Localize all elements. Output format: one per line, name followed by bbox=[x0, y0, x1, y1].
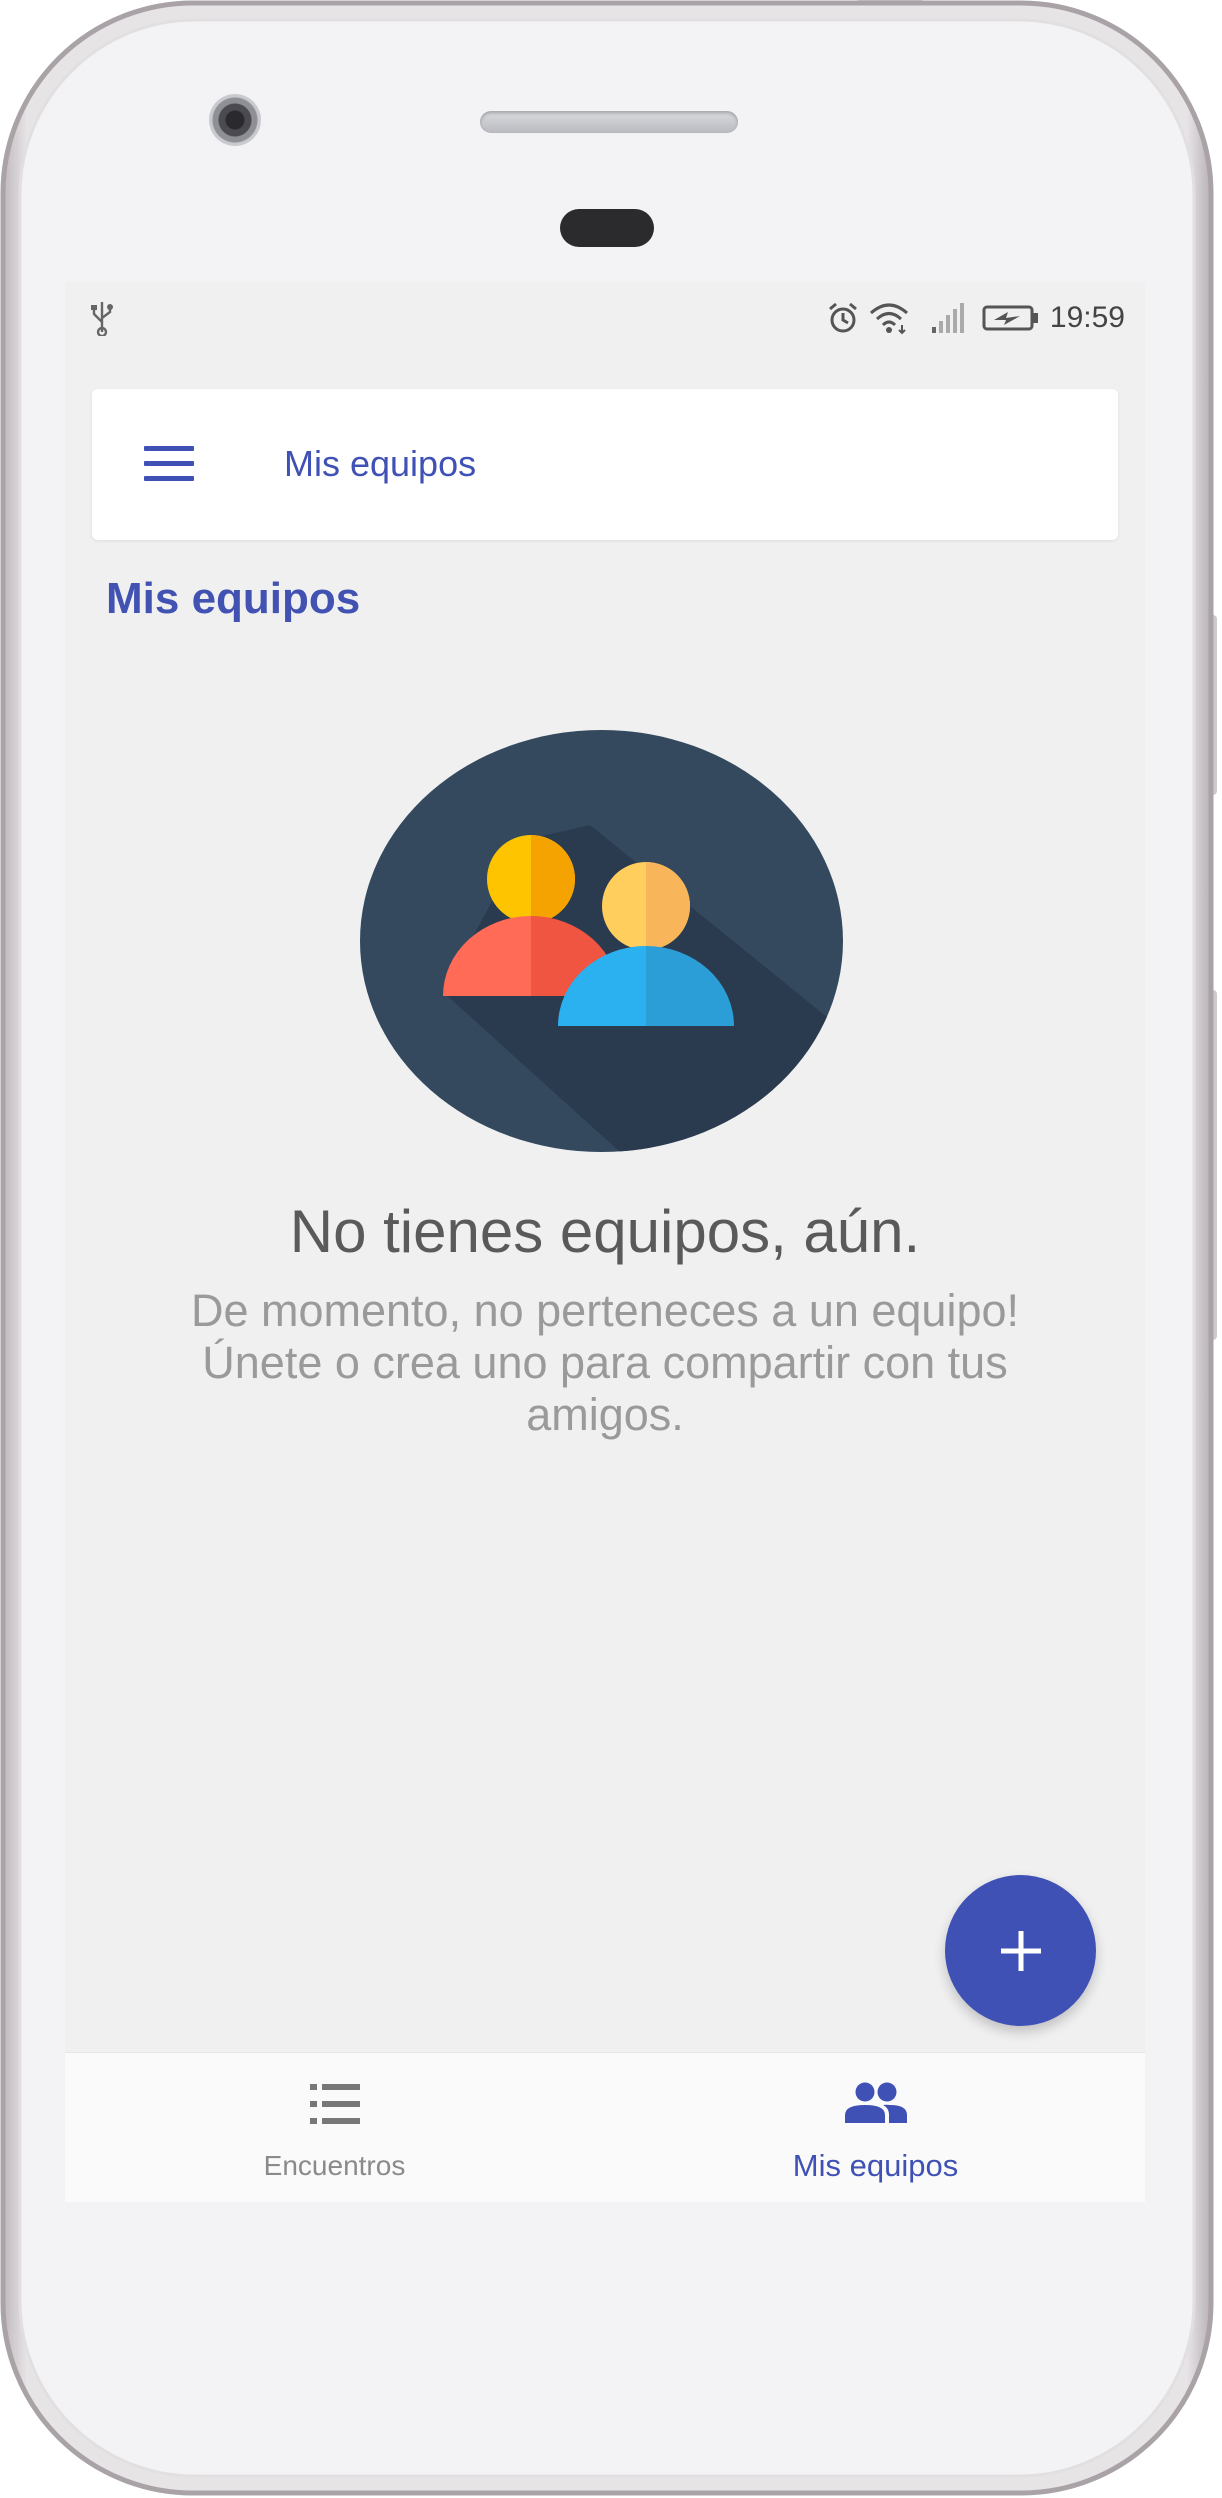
empty-state-message-line2: Únete o crea uno para compartir con tus … bbox=[202, 1337, 1008, 1440]
add-team-button[interactable] bbox=[945, 1875, 1096, 2026]
earpiece-speaker bbox=[480, 111, 738, 133]
usb-icon bbox=[91, 302, 113, 336]
signal-icon bbox=[931, 303, 964, 333]
app-screen: 19:59 Mis equipos Mis equipos No tienes … bbox=[65, 282, 1145, 2202]
front-camera bbox=[209, 94, 261, 146]
battery-charging-icon bbox=[982, 305, 1038, 331]
app-toolbar: Mis equipos bbox=[92, 389, 1118, 540]
bottom-navigation: Encuentros Mis equipos bbox=[65, 2052, 1145, 2202]
device-mockup: 19:59 Mis equipos Mis equipos No tienes … bbox=[0, 0, 1222, 2498]
nav-item-mis-equipos[interactable]: Mis equipos bbox=[605, 2053, 1145, 2202]
menu-icon[interactable] bbox=[144, 446, 194, 482]
nav-item-encuentros[interactable]: Encuentros bbox=[65, 2053, 605, 2202]
nav-label-mis-equipos: Mis equipos bbox=[792, 2148, 959, 2183]
group-icon bbox=[844, 2082, 907, 2123]
status-bar: 19:59 bbox=[65, 282, 1145, 354]
proximity-sensor bbox=[560, 209, 654, 247]
nav-label-encuentros: Encuentros bbox=[263, 2150, 406, 2181]
empty-state-message-line1: De momento, no perteneces a un equipo! bbox=[190, 1285, 1020, 1336]
list-icon bbox=[309, 2084, 360, 2124]
empty-state-title: No tienes equipos, aún. bbox=[289, 1198, 921, 1265]
add-icon bbox=[1000, 1930, 1041, 1971]
empty-state-message: De momento, no perteneces a un equipo! Ú… bbox=[175, 1285, 1035, 1441]
status-time: 19:59 bbox=[1049, 301, 1125, 334]
wifi-icon bbox=[869, 303, 908, 335]
teams-people-icon bbox=[360, 730, 843, 1152]
page-title: Mis equipos bbox=[106, 574, 361, 623]
alarm-icon bbox=[828, 302, 857, 333]
toolbar-title: Mis equipos bbox=[284, 443, 477, 484]
